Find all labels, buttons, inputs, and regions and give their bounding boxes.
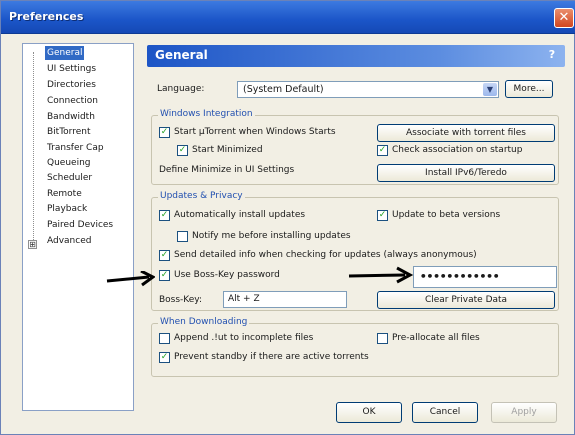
- tree-item-connection[interactable]: Connection: [45, 94, 100, 108]
- auto-install-label: Automatically install updates: [174, 210, 306, 220]
- check-association-label: Check association on startup: [392, 145, 523, 155]
- tree-item-general[interactable]: General: [45, 46, 85, 60]
- send-info-label: Send detailed info when checking for upd…: [174, 250, 477, 260]
- beta-versions-checkbox[interactable]: ✓: [377, 210, 388, 221]
- start-minimized-checkbox[interactable]: ✓: [177, 145, 188, 156]
- tree-item-bandwidth[interactable]: Bandwidth: [45, 110, 97, 124]
- apply-button[interactable]: Apply: [491, 402, 557, 423]
- boss-key-password-checkbox[interactable]: ✓: [159, 270, 170, 281]
- tree-item-remote[interactable]: Remote: [45, 187, 84, 201]
- start-with-windows-checkbox[interactable]: ✓: [159, 127, 170, 138]
- ok-button[interactable]: OK: [336, 402, 402, 423]
- tree-item-ui-settings[interactable]: UI Settings: [45, 62, 98, 76]
- start-minimized-label: Start Minimized: [192, 145, 263, 155]
- chevron-down-icon[interactable]: ▼: [483, 83, 497, 96]
- when-downloading-title: When Downloading: [158, 317, 250, 327]
- prevent-standby-label: Prevent standby if there are active torr…: [174, 352, 369, 362]
- start-with-windows-label: Start µTorrent when Windows Starts: [174, 127, 336, 137]
- tree-item-queueing[interactable]: Queueing: [45, 156, 92, 170]
- annotation-arrow-right: [348, 266, 413, 284]
- boss-key-password-label: Use Boss-Key password: [174, 270, 280, 280]
- tree-item-paired-devices[interactable]: Paired Devices: [45, 218, 115, 232]
- tree-item-scheduler[interactable]: Scheduler: [45, 171, 94, 185]
- preallocate-checkbox[interactable]: [377, 333, 388, 344]
- language-select[interactable]: (System Default) ▼: [237, 81, 499, 98]
- windows-integration-title: Windows Integration: [158, 109, 255, 119]
- preallocate-label: Pre-allocate all files: [392, 333, 480, 343]
- append-ut-checkbox[interactable]: [159, 333, 170, 344]
- section-header: General ?: [147, 45, 565, 67]
- tree-item-advanced[interactable]: Advanced: [45, 234, 93, 248]
- updates-privacy-title: Updates & Privacy: [158, 191, 245, 201]
- boss-key-label: Boss-Key:: [159, 295, 203, 305]
- associate-torrent-files-button[interactable]: Associate with torrent files: [377, 124, 555, 142]
- more-languages-button[interactable]: More...: [505, 80, 553, 98]
- check-association-checkbox[interactable]: ✓: [377, 145, 388, 156]
- tree-item-directories[interactable]: Directories: [45, 78, 98, 92]
- tree-connector-line: [33, 52, 34, 248]
- settings-tree[interactable]: General UI Settings Directories Connecti…: [22, 43, 134, 411]
- expand-icon[interactable]: ⊞: [28, 240, 37, 249]
- section-title: General: [155, 48, 208, 62]
- title-bar[interactable]: Preferences ✕: [1, 1, 575, 34]
- tree-item-playback[interactable]: Playback: [45, 202, 89, 216]
- preferences-window: Preferences ✕ General UI Settings Direct…: [0, 0, 575, 435]
- define-minimize-label: Define Minimize in UI Settings: [159, 165, 295, 175]
- tree-item-bittorrent[interactable]: BitTorrent: [45, 125, 93, 139]
- boss-key-password-field[interactable]: ••••••••••••: [413, 266, 557, 288]
- when-downloading-group: When Downloading: [151, 317, 559, 377]
- close-icon: ✕: [558, 10, 570, 25]
- close-button[interactable]: ✕: [554, 8, 574, 28]
- annotation-arrow-left: [106, 271, 155, 287]
- install-ipv6-button[interactable]: Install IPv6/Teredo: [377, 164, 555, 182]
- prevent-standby-checkbox[interactable]: ✓: [159, 352, 170, 363]
- cancel-button[interactable]: Cancel: [412, 402, 478, 423]
- beta-versions-label: Update to beta versions: [392, 210, 501, 220]
- general-settings-panel: General ? Language: (System Default) ▼ M…: [147, 45, 565, 395]
- append-ut-label: Append .!ut to incomplete files: [174, 333, 314, 343]
- send-info-checkbox[interactable]: ✓: [159, 250, 170, 261]
- help-icon[interactable]: ?: [545, 48, 559, 62]
- clear-private-data-button[interactable]: Clear Private Data: [377, 291, 555, 309]
- window-title: Preferences: [9, 10, 84, 23]
- notify-before-label: Notify me before installing updates: [192, 231, 351, 241]
- language-value: (System Default): [243, 84, 324, 95]
- auto-install-checkbox[interactable]: ✓: [159, 210, 170, 221]
- notify-before-checkbox[interactable]: [177, 231, 188, 242]
- boss-key-input[interactable]: Alt + Z: [223, 291, 347, 308]
- language-label: Language:: [157, 84, 205, 94]
- tree-item-transfer-cap[interactable]: Transfer Cap: [45, 141, 106, 155]
